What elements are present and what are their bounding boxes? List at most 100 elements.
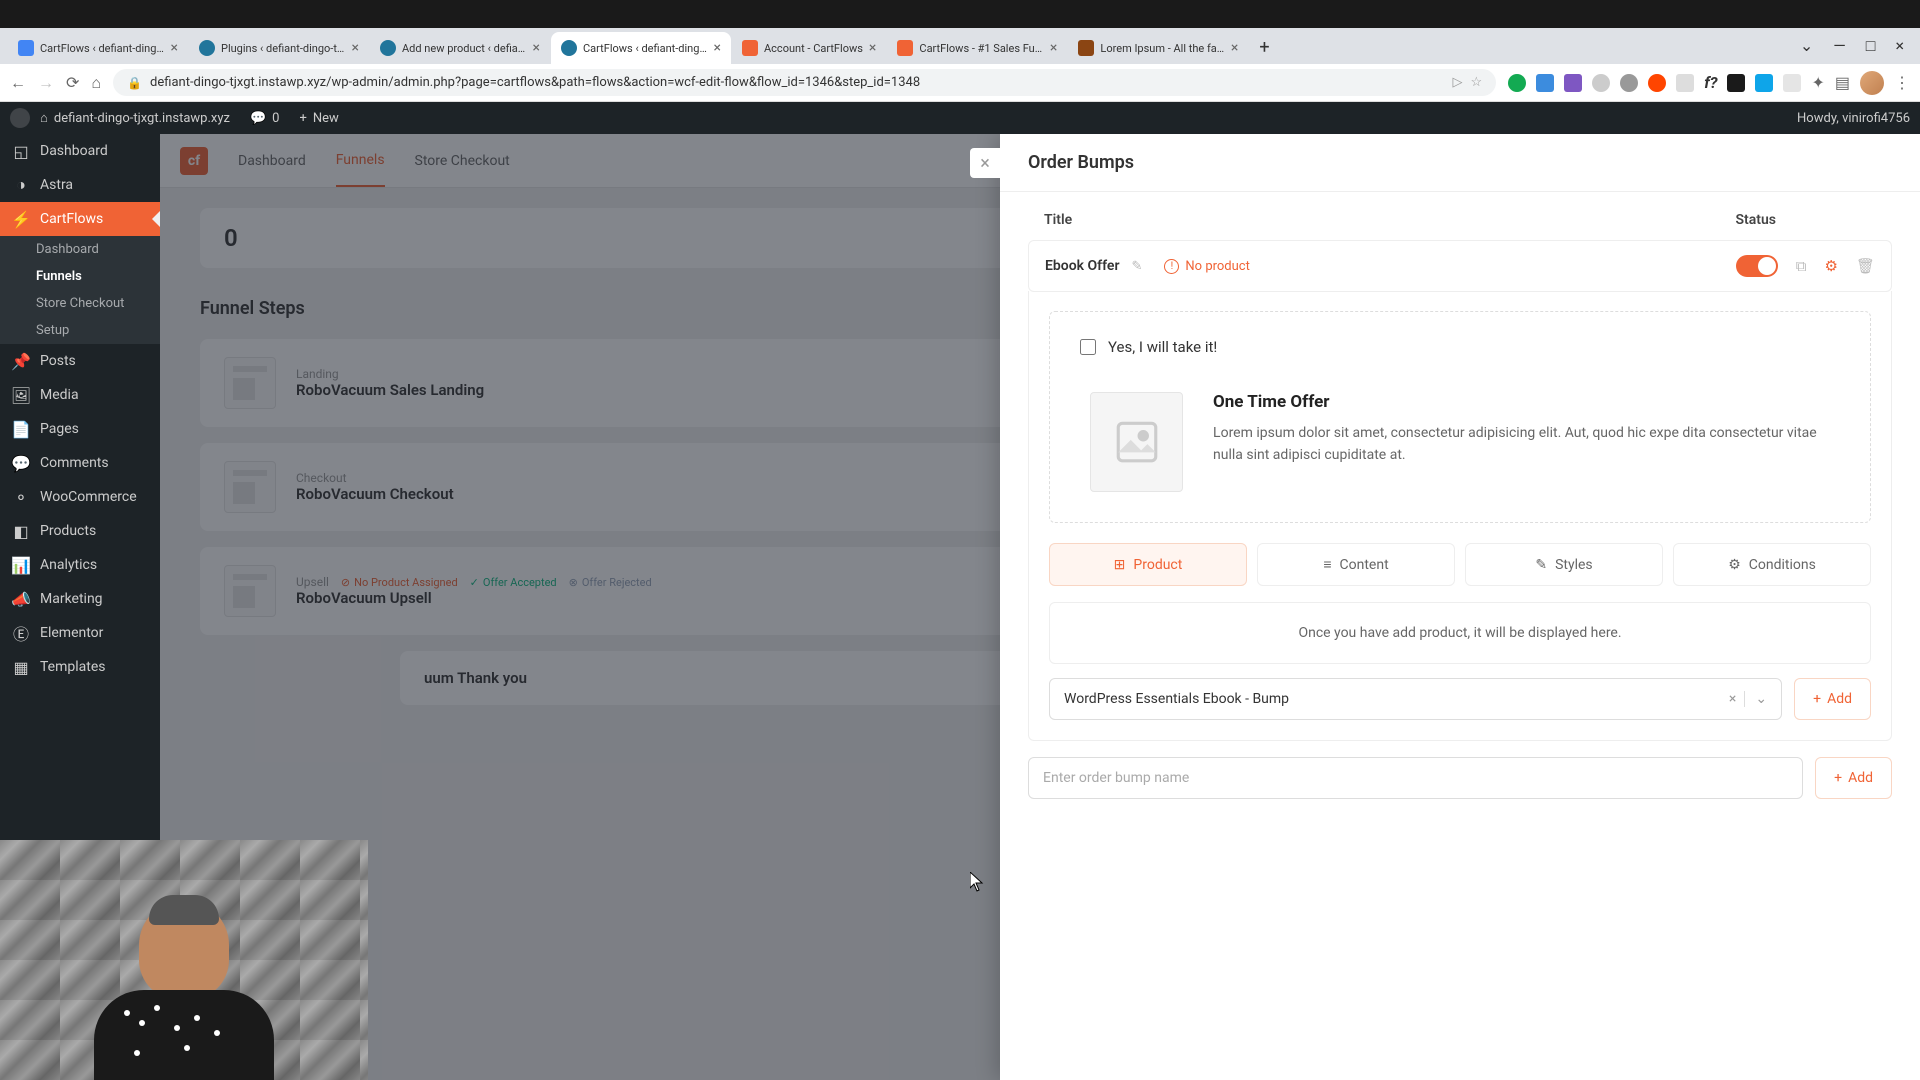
- sidebar-sub-setup[interactable]: Setup: [0, 317, 160, 344]
- browser-tab[interactable]: Plugins ‹ defiant-dingo-tjxgt×: [189, 32, 369, 64]
- sidebar-item-templates[interactable]: ▦Templates: [0, 650, 160, 684]
- close-icon[interactable]: ×: [1231, 40, 1238, 56]
- edit-icon[interactable]: ✎: [1132, 259, 1143, 274]
- add-product-button[interactable]: +Add: [1794, 678, 1871, 720]
- extension-icon[interactable]: [1620, 74, 1638, 92]
- product-select[interactable]: WordPress Essentials Ebook - Bump × ⌄: [1049, 678, 1782, 720]
- styles-icon: ✎: [1535, 557, 1547, 573]
- site-name-link[interactable]: ⌂ defiant-dingo-tjxgt.instawp.xyz: [40, 110, 230, 126]
- sidebar-item-products[interactable]: ◧Products: [0, 514, 160, 548]
- home-icon[interactable]: ⌂: [91, 73, 101, 93]
- close-icon[interactable]: ×: [714, 40, 721, 56]
- close-icon[interactable]: ×: [1050, 40, 1057, 56]
- chevron-down-icon[interactable]: ⌄: [1744, 691, 1767, 707]
- browser-tab[interactable]: CartFlows ‹ defiant-dingo-tjxgt×: [8, 32, 188, 64]
- sidebar-item-media[interactable]: 🖼Media: [0, 378, 160, 412]
- new-bump-input[interactable]: [1028, 757, 1803, 799]
- extension-icon[interactable]: [1564, 74, 1582, 92]
- tab-conditions[interactable]: ⚙Conditions: [1673, 543, 1871, 586]
- extension-icon[interactable]: [1508, 74, 1526, 92]
- trash-icon[interactable]: 🗑: [1856, 257, 1875, 275]
- marketing-icon: 📣: [12, 590, 30, 608]
- browser-tab[interactable]: CartFlows - #1 Sales Funnel B×: [887, 32, 1067, 64]
- new-link[interactable]: + New: [299, 111, 338, 126]
- sidebar-item-astra[interactable]: ◑Astra: [0, 168, 160, 202]
- sidebar-item-cartflows[interactable]: ⚡CartFlows: [0, 202, 160, 236]
- address-bar[interactable]: 🔒 defiant-dingo-tjxgt.instawp.xyz/wp-adm…: [113, 69, 1496, 96]
- sidepanel-icon[interactable]: ▤: [1835, 73, 1850, 92]
- wp-logo-icon[interactable]: [10, 108, 30, 128]
- back-icon[interactable]: ←: [10, 73, 26, 93]
- bump-name: Ebook Offer: [1045, 258, 1120, 274]
- bump-preview: Yes, I will take it! One Time Offer Lore…: [1049, 311, 1871, 523]
- list-header: Title Status: [1028, 192, 1892, 240]
- webcam-overlay: [0, 840, 368, 1080]
- sidebar-item-marketing[interactable]: 📣Marketing: [0, 582, 160, 616]
- browser-nav: ← → ⟳ ⌂ 🔒 defiant-dingo-tjxgt.instawp.xy…: [0, 64, 1920, 102]
- extension-icon[interactable]: [1676, 74, 1694, 92]
- pages-icon: 📄: [12, 420, 30, 438]
- checkbox-input[interactable]: [1080, 339, 1096, 355]
- copy-icon[interactable]: ⧉: [1796, 257, 1807, 275]
- add-bump-button[interactable]: +Add: [1815, 757, 1892, 799]
- extension-icon[interactable]: [1783, 74, 1801, 92]
- sidebar-item-woocommerce[interactable]: ⚬WooCommerce: [0, 480, 160, 514]
- extension-icon[interactable]: [1755, 74, 1773, 92]
- profile-avatar[interactable]: [1860, 71, 1884, 95]
- browser-tab[interactable]: Lorem Ipsum - All the facts - L×: [1068, 32, 1248, 64]
- products-icon: ◧: [12, 522, 30, 540]
- close-icon[interactable]: ×: [533, 40, 540, 56]
- gear-icon[interactable]: ⚙: [1825, 257, 1838, 275]
- extension-icon[interactable]: [1592, 74, 1610, 92]
- extension-icon[interactable]: f?: [1704, 73, 1717, 92]
- conditions-icon: ⚙: [1728, 557, 1741, 573]
- close-icon[interactable]: ×: [171, 40, 178, 56]
- extension-icon[interactable]: [1648, 74, 1666, 92]
- offer-checkbox[interactable]: Yes, I will take it!: [1070, 332, 1850, 362]
- sidebar-item-elementor[interactable]: ⒺElementor: [0, 616, 160, 650]
- sidebar-sub-funnels[interactable]: Funnels: [0, 263, 160, 290]
- sidebar-sub-store-checkout[interactable]: Store Checkout: [0, 290, 160, 317]
- browser-tab-active[interactable]: CartFlows ‹ defiant-dingo-tjxgt×: [551, 32, 731, 64]
- comments-link[interactable]: 💬 0: [250, 111, 280, 126]
- status-toggle[interactable]: [1736, 255, 1778, 277]
- close-icon[interactable]: ×: [352, 40, 359, 56]
- tab-content[interactable]: ≡Content: [1257, 543, 1455, 586]
- share-icon[interactable]: ▷: [1453, 75, 1463, 90]
- lock-icon: 🔒: [127, 76, 142, 90]
- tab-styles[interactable]: ✎Styles: [1465, 543, 1663, 586]
- selected-product: WordPress Essentials Ebook - Bump: [1064, 691, 1289, 707]
- browser-tab[interactable]: Add new product ‹ defiant-di×: [370, 32, 550, 64]
- offer-title: One Time Offer: [1213, 392, 1830, 412]
- maximize-icon[interactable]: □: [1866, 36, 1876, 56]
- comments-icon: 💬: [12, 454, 30, 472]
- close-panel-button[interactable]: ×: [970, 148, 1000, 178]
- sidebar-item-dashboard[interactable]: ◱Dashboard: [0, 134, 160, 168]
- howdy-link[interactable]: Howdy, vinirofi4756: [1797, 111, 1910, 126]
- sidebar-item-posts[interactable]: 📌Posts: [0, 344, 160, 378]
- dashboard-icon: ◱: [12, 142, 30, 160]
- sidebar-sub-dashboard[interactable]: Dashboard: [0, 236, 160, 263]
- minimize-icon[interactable]: —: [1833, 36, 1846, 56]
- posts-icon: 📌: [12, 352, 30, 370]
- extensions-icon[interactable]: ✦: [1811, 73, 1824, 92]
- sidebar-item-pages[interactable]: 📄Pages: [0, 412, 160, 446]
- close-icon[interactable]: ×: [1895, 36, 1904, 56]
- chevron-down-icon[interactable]: ⌄: [1800, 36, 1813, 56]
- extension-icon[interactable]: [1536, 74, 1554, 92]
- reload-icon[interactable]: ⟳: [66, 73, 79, 92]
- close-icon[interactable]: ×: [869, 40, 876, 56]
- templates-icon: ▦: [12, 658, 30, 676]
- clear-icon[interactable]: ×: [1721, 691, 1744, 707]
- browser-tab[interactable]: Account - CartFlows×: [732, 32, 886, 64]
- sidebar-item-comments[interactable]: 💬Comments: [0, 446, 160, 480]
- elementor-icon: Ⓔ: [12, 624, 30, 642]
- star-icon[interactable]: ☆: [1471, 75, 1483, 90]
- tab-product[interactable]: ⊞Product: [1049, 543, 1247, 586]
- menu-icon[interactable]: ⋮: [1894, 73, 1910, 92]
- forward-icon[interactable]: →: [38, 73, 54, 93]
- astra-icon: ◑: [12, 176, 30, 194]
- new-tab-button[interactable]: +: [1249, 31, 1279, 64]
- sidebar-item-analytics[interactable]: 📊Analytics: [0, 548, 160, 582]
- extension-icon[interactable]: [1727, 74, 1745, 92]
